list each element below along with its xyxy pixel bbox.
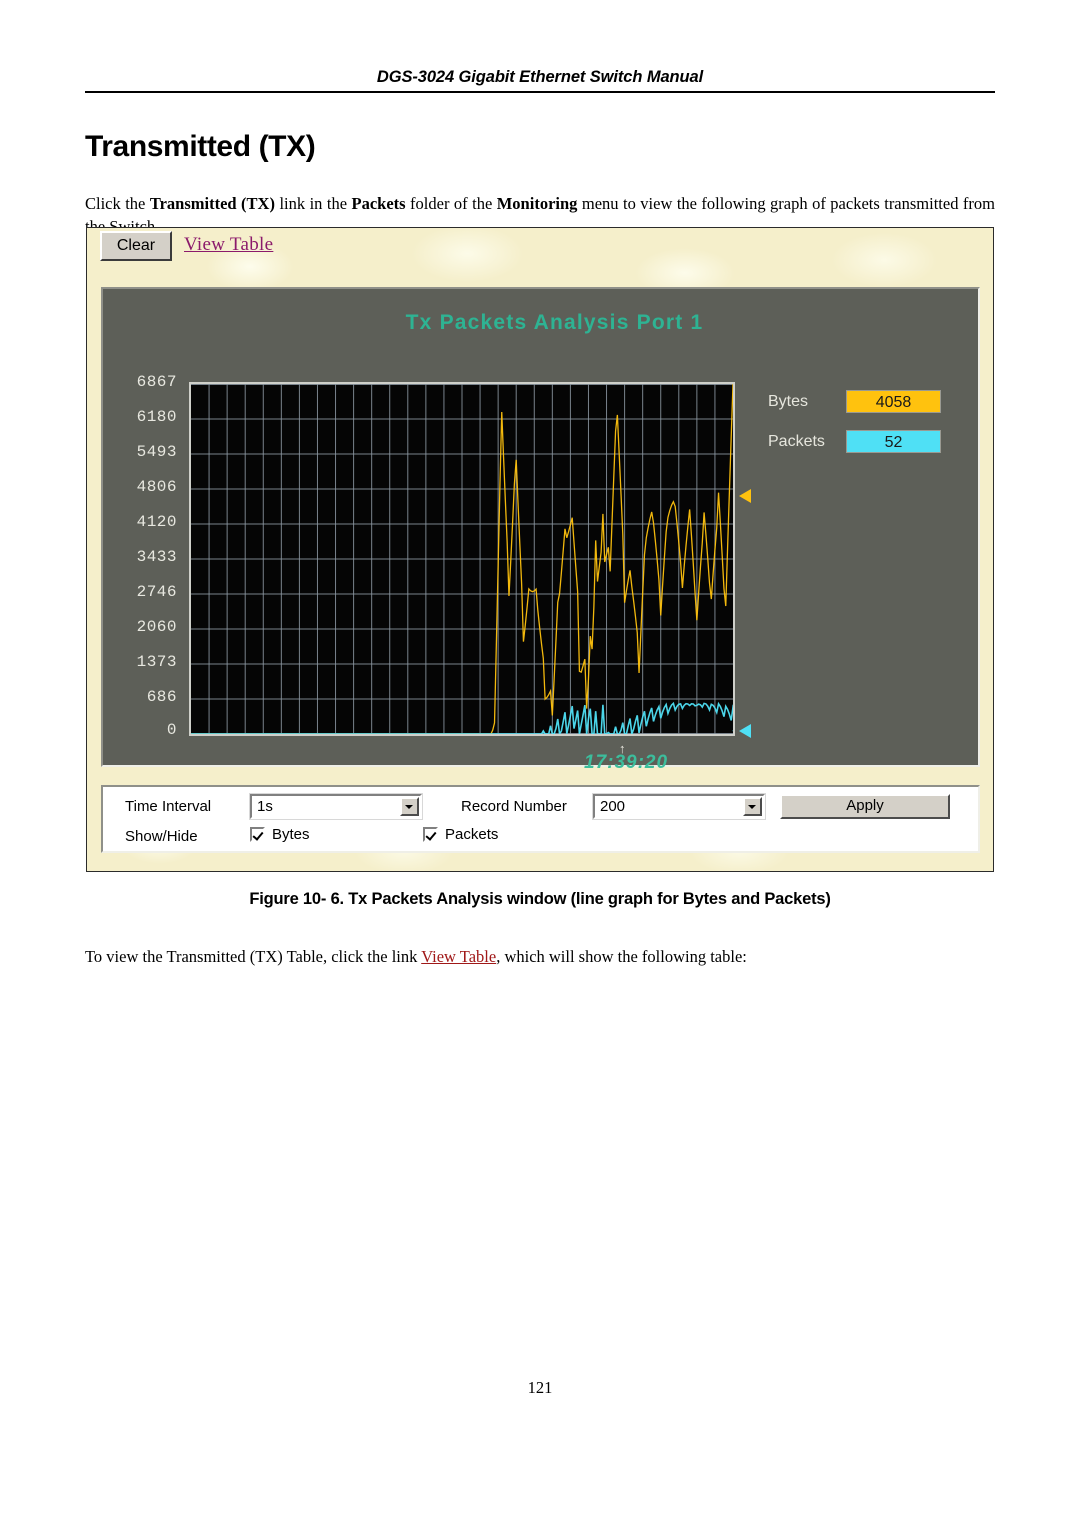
- packets-value-pointer-icon: [739, 724, 751, 738]
- chart-title: Tx Packets Analysis Port 1: [405, 311, 704, 334]
- time-interval-value: 1s: [257, 798, 273, 815]
- intro-text-3: folder of the: [405, 193, 497, 213]
- intro-bold-monitoring: Monitoring: [496, 193, 578, 213]
- chart-legend: Bytes 4058 Packets 52: [768, 390, 968, 470]
- chart-panel: Tx Packets Analysis Port 1 6867 6180 549…: [101, 287, 980, 773]
- legend-label-packets: Packets: [768, 432, 825, 450]
- legend-row-bytes: Bytes 4058: [768, 390, 968, 413]
- page-number: 121: [527, 1378, 553, 1397]
- checkbox-packets[interactable]: Packets: [423, 826, 498, 843]
- y-tick-label: 2060: [136, 618, 177, 636]
- time-interval-select[interactable]: 1s: [249, 793, 423, 820]
- y-tick-label: 0: [166, 721, 177, 739]
- page-title: Transmitted (TX): [85, 130, 316, 164]
- closing-text-2: , which will show the following table:: [496, 946, 747, 966]
- tx-packets-analysis-window: Clear View Table Tx Packets Analysis Por…: [86, 227, 994, 872]
- y-tick-label: 6867: [136, 373, 177, 391]
- checkbox-bytes-label: Bytes: [272, 826, 310, 843]
- y-tick-label: 6180: [136, 408, 177, 426]
- intro-bold-transmitted: Transmitted (TX): [149, 193, 275, 213]
- plot-inner: [191, 384, 733, 734]
- y-tick-label: 3433: [136, 548, 177, 566]
- apply-button[interactable]: Apply: [780, 794, 950, 819]
- window-toolbar: Clear View Table: [87, 228, 993, 286]
- record-number-value: 200: [600, 798, 626, 815]
- y-tick-label: 686: [146, 688, 177, 706]
- chart-svg: [191, 384, 733, 734]
- record-number-select[interactable]: 200: [592, 793, 766, 820]
- control-panel: Time Interval 1s Record Number 200 Apply…: [101, 785, 980, 853]
- y-tick-label: 5493: [136, 443, 177, 461]
- plot-area: [189, 382, 735, 736]
- chevron-down-icon[interactable]: [743, 797, 762, 816]
- time-interval-label: Time Interval: [125, 798, 212, 815]
- y-axis: 6867 6180 5493 4806 4120 3433 2746 2060 …: [103, 373, 184, 739]
- view-table-link[interactable]: View Table: [184, 234, 273, 256]
- header-rule: [85, 91, 995, 93]
- y-tick-label: 4806: [136, 478, 177, 496]
- legend-row-packets: Packets 52: [768, 430, 968, 453]
- figure-caption: Figure 10- 6. Tx Packets Analysis window…: [249, 890, 831, 908]
- show-hide-label: Show/Hide: [125, 828, 198, 845]
- y-tick-label: 1373: [136, 653, 177, 671]
- closing-text-1: To view the Transmitted (TX) Table, clic…: [85, 946, 422, 966]
- legend-value-packets: 52: [846, 430, 941, 453]
- legend-label-bytes: Bytes: [768, 392, 809, 410]
- intro-bold-packets: Packets: [351, 193, 406, 213]
- clear-button[interactable]: Clear: [100, 231, 172, 261]
- bytes-value-pointer-icon: [739, 489, 751, 503]
- closing-paragraph: To view the Transmitted (TX) Table, clic…: [85, 945, 995, 968]
- checkbox-bytes[interactable]: Bytes: [250, 826, 310, 843]
- record-number-label: Record Number: [461, 798, 567, 815]
- intro-text-2: link in the: [274, 193, 352, 213]
- y-tick-label: 4120: [136, 513, 177, 531]
- running-header-title: DGS-3024 Gigabit Ethernet Switch Manual: [376, 68, 704, 86]
- view-table-inline-link[interactable]: View Table: [421, 947, 496, 966]
- checkbox-packets-label: Packets: [445, 826, 499, 843]
- y-tick-label: 2746: [136, 583, 177, 601]
- intro-text-1: Click the: [85, 193, 150, 213]
- checkbox-packets-box[interactable]: [423, 827, 438, 842]
- legend-value-bytes: 4058: [846, 390, 941, 413]
- document-running-header: DGS-3024 Gigabit Ethernet Switch Manual: [85, 68, 995, 93]
- checkbox-bytes-box[interactable]: [250, 827, 265, 842]
- chevron-down-icon[interactable]: [400, 797, 419, 816]
- time-marker-label: 17:39:20: [584, 752, 669, 773]
